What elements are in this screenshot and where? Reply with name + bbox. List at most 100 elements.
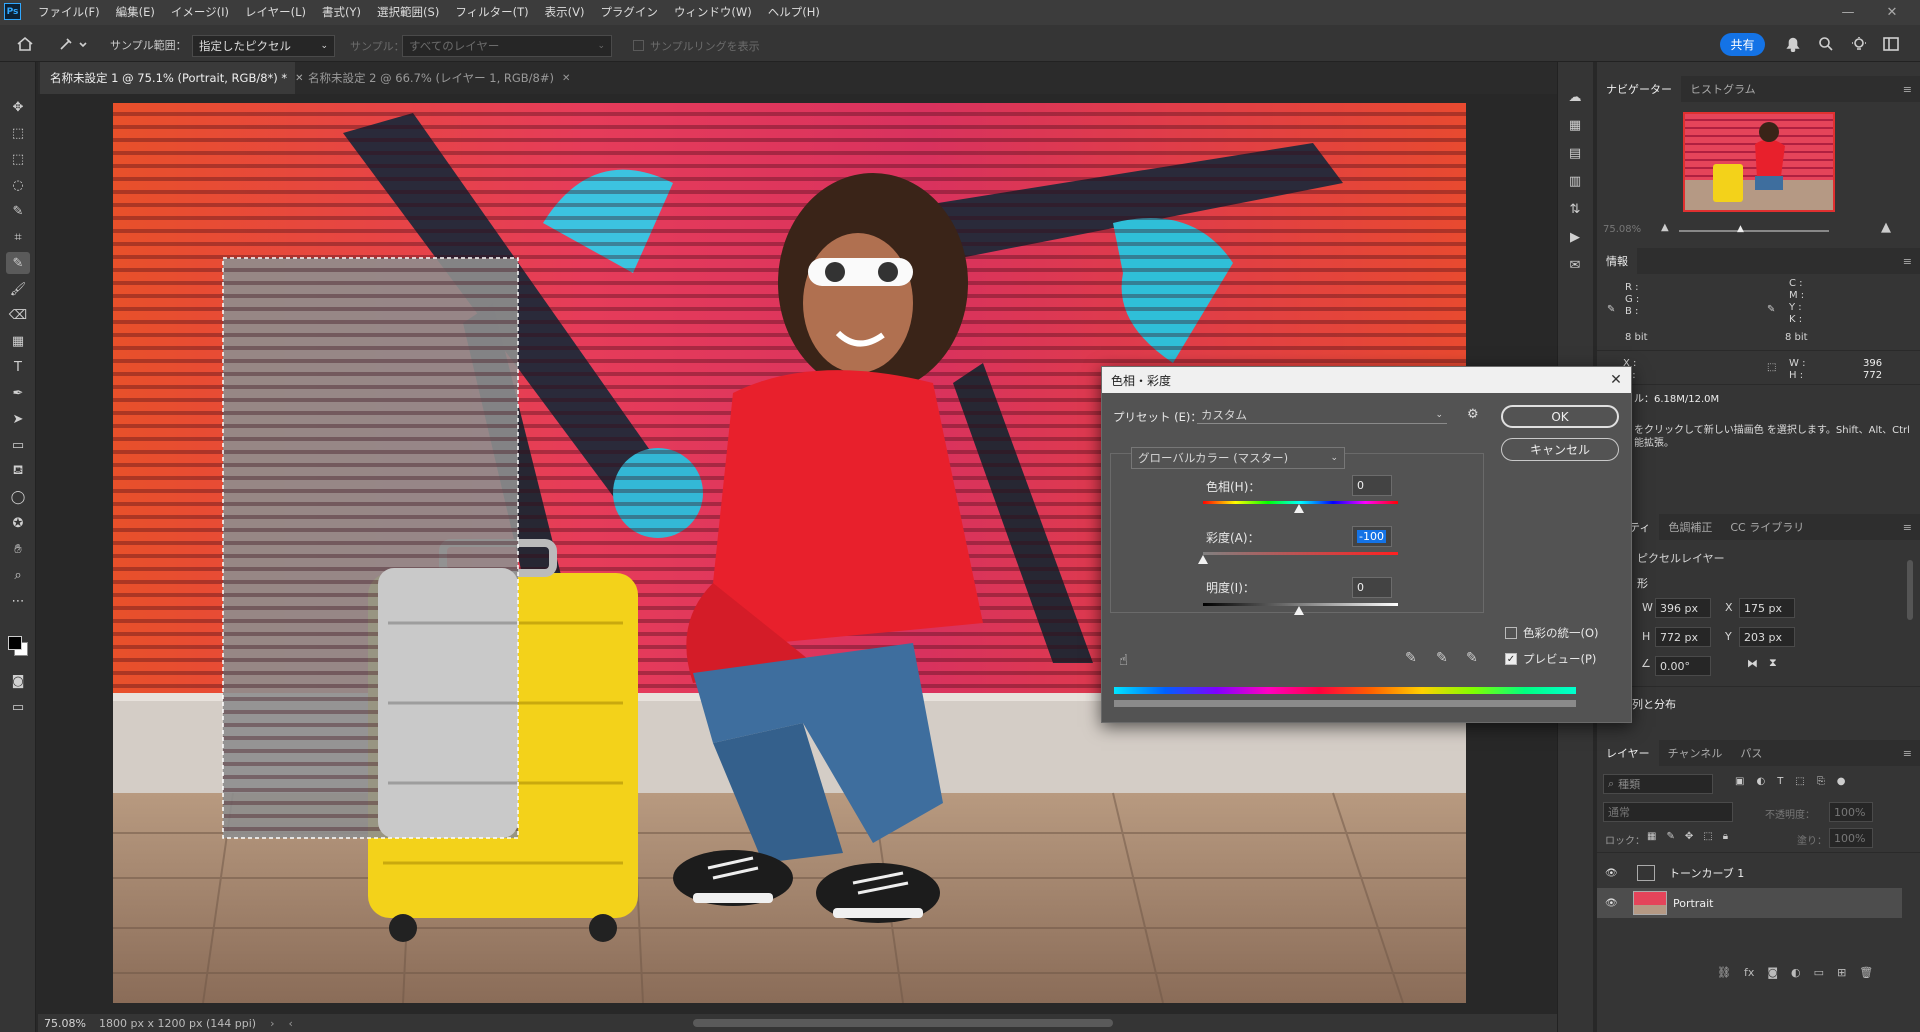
new-group-icon[interactable]: ▭ <box>1814 966 1824 979</box>
flip-vertical-icon[interactable]: ⧗ <box>1769 656 1777 670</box>
path-selection-tool-icon[interactable]: ➤ <box>6 408 30 430</box>
zoom-in-icon[interactable]: ▲ <box>1881 220 1891 235</box>
minimize-button[interactable]: — <box>1826 0 1870 25</box>
gradient-panel-icon[interactable]: ▤ <box>1564 142 1586 164</box>
workspace-icon[interactable] <box>1880 34 1902 54</box>
comments-icon[interactable]: ✉ <box>1564 254 1586 276</box>
menu-item-7[interactable]: 表示(V) <box>537 0 593 25</box>
tab-document-1[interactable]: 名称未設定 1 @ 75.1% (Portrait, RGB/8*) * ✕ <box>40 62 304 94</box>
eyedropper-add-icon[interactable]: ✎ <box>1436 650 1448 666</box>
delete-layer-icon[interactable]: 🗑︎ <box>1859 966 1873 979</box>
lock-image-icon[interactable]: ✎ <box>1666 831 1674 842</box>
saturation-slider-thumb[interactable] <box>1198 555 1208 564</box>
eyedropper-tool-preset-icon[interactable] <box>56 34 90 54</box>
menu-item-3[interactable]: レイヤー(L) <box>237 0 314 25</box>
type-tool-icon[interactable]: T <box>6 356 30 378</box>
hand-tool-icon[interactable]: ✋︎ <box>6 538 30 560</box>
pen-tool-icon[interactable]: ✒︎ <box>6 382 30 404</box>
eyedropper-subtract-icon[interactable]: ✎ <box>1466 650 1478 666</box>
screen-mode-icon[interactable]: ▭ <box>6 696 30 718</box>
cancel-button[interactable]: キャンセル <box>1501 438 1619 461</box>
libraries-icon[interactable]: ☁︎ <box>1564 86 1586 108</box>
more-tools-icon[interactable]: ⋯ <box>6 590 30 612</box>
menu-item-1[interactable]: 編集(E) <box>108 0 163 25</box>
height-field[interactable]: 772 px <box>1655 627 1711 647</box>
preview-checkbox[interactable]: ✓ <box>1505 653 1517 665</box>
filter-type-icon[interactable]: T <box>1777 776 1783 787</box>
filter-adjustment-icon[interactable]: ◐ <box>1756 776 1765 787</box>
tab-channels[interactable]: チャンネル <box>1659 740 1732 766</box>
tab-navigator[interactable]: ナビゲーター <box>1597 76 1681 102</box>
navigator-zoom-value[interactable]: 75.08% <box>1603 224 1641 235</box>
bell-icon[interactable] <box>1782 34 1804 54</box>
menu-item-5[interactable]: 選択範囲(S) <box>369 0 447 25</box>
filter-smart-object-icon[interactable]: ⎘ <box>1817 776 1825 787</box>
eraser-tool-icon[interactable]: ⌫ <box>6 304 30 326</box>
opacity-field[interactable]: 100% <box>1829 802 1873 822</box>
filter-toggle-icon[interactable]: ● <box>1837 776 1846 787</box>
link-layers-icon[interactable]: ⛓︎ <box>1717 966 1731 979</box>
close-icon[interactable]: ✕ <box>1606 370 1626 390</box>
colorize-checkbox[interactable] <box>1505 627 1517 639</box>
lock-transparent-icon[interactable]: ▦ <box>1647 831 1656 842</box>
preset-options-gear-icon[interactable]: ⚙ <box>1467 407 1479 422</box>
saturation-field[interactable]: -100 <box>1352 526 1392 547</box>
new-adjustment-icon[interactable]: ◐ <box>1791 966 1801 979</box>
move-tool-icon[interactable]: ✥ <box>6 96 30 118</box>
properties-icon[interactable]: ⇅ <box>1564 198 1586 220</box>
tab-histogram[interactable]: ヒストグラム <box>1681 76 1765 102</box>
color-swatches[interactable] <box>6 634 30 658</box>
menu-item-9[interactable]: ウィンドウ(W) <box>666 0 760 25</box>
menu-item-6[interactable]: フィルター(T) <box>447 0 536 25</box>
home-icon[interactable] <box>14 34 36 54</box>
menu-item-4[interactable]: 書式(Y) <box>314 0 369 25</box>
panel-menu-icon[interactable]: ≡ <box>1903 521 1912 534</box>
brush-tool-icon[interactable]: 🖌︎ <box>6 278 30 300</box>
tab-document-2[interactable]: 名称未設定 2 @ 66.7% (レイヤー 1, RGB/8#) ✕ <box>298 62 570 94</box>
eyedropper-icon[interactable]: ✎ <box>1405 650 1417 666</box>
fill-field[interactable]: 100% <box>1829 828 1873 848</box>
preset-dropdown[interactable]: カスタム ⌄ <box>1197 406 1447 424</box>
hue-field[interactable]: 0 <box>1352 475 1392 496</box>
menu-item-8[interactable]: プラグイン <box>592 0 666 25</box>
layer-row-curves[interactable]: 👁︎ トーンカーブ 1 <box>1597 858 1902 888</box>
menu-item-0[interactable]: ファイル(F) <box>30 0 108 25</box>
discover-lightbulb-icon[interactable] <box>1848 34 1870 54</box>
artboard-tool-icon[interactable]: ⬚ <box>6 122 30 144</box>
sample-size-dropdown[interactable]: 指定したピクセル ⌄ <box>192 35 335 57</box>
swatches-icon[interactable]: ▥ <box>1564 170 1586 192</box>
dialog-title-bar[interactable]: 色相・彩度 <box>1102 367 1631 393</box>
menu-item-2[interactable]: イメージ(I) <box>163 0 237 25</box>
layer-filter-field[interactable]: ⌕ 種類 <box>1603 774 1713 794</box>
channel-dropdown[interactable]: グローバルカラー (マスター) ⌄ <box>1131 447 1345 469</box>
show-sampling-ring-checkbox[interactable] <box>633 40 644 51</box>
tab-paths[interactable]: パス <box>1731 740 1771 766</box>
crop-tool-icon[interactable]: ⌗ <box>6 226 30 248</box>
close-window-button[interactable]: ✕ <box>1870 0 1914 25</box>
marquee-tool-icon[interactable]: ⬚ <box>6 148 30 170</box>
custom-shape-tool-icon[interactable]: ✪ <box>6 512 30 534</box>
add-mask-icon[interactable]: ◙ <box>1767 966 1778 979</box>
panel-menu-icon[interactable]: ≡ <box>1903 255 1912 268</box>
eyedropper-tool-icon[interactable]: ✎ <box>6 252 30 274</box>
zoom-slider-thumb[interactable]: ▲ <box>1737 224 1744 234</box>
hue-slider-thumb[interactable] <box>1294 504 1304 513</box>
navigator-thumbnail[interactable] <box>1683 112 1835 212</box>
quick-mask-icon[interactable]: ◙ <box>6 670 30 692</box>
new-layer-icon[interactable]: ⊞ <box>1837 966 1846 979</box>
panel-menu-icon[interactable]: ≡ <box>1903 83 1912 96</box>
angle-field[interactable]: 0.00° <box>1655 656 1711 676</box>
lightness-field[interactable]: 0 <box>1352 577 1392 598</box>
grid-icon[interactable]: ▦ <box>1564 114 1586 136</box>
fx-icon[interactable]: fx <box>1744 966 1754 979</box>
rectangle-tool-icon[interactable]: ▭ <box>6 434 30 456</box>
close-tab-icon[interactable]: ✕ <box>562 73 570 84</box>
tab-cc-libraries[interactable]: CC ライブラリ <box>1721 514 1813 540</box>
zoom-tool-icon[interactable]: ⌕ <box>6 564 30 586</box>
navigator-zoom-slider[interactable] <box>1679 230 1829 232</box>
panel-menu-icon[interactable]: ≡ <box>1903 747 1912 760</box>
lock-all-icon[interactable]: 🔒︎ <box>1723 831 1728 842</box>
y-position-field[interactable]: 203 px <box>1739 627 1795 647</box>
flip-horizontal-icon[interactable]: ⧓ <box>1747 657 1758 670</box>
filter-pixel-icon[interactable]: ▣ <box>1735 776 1744 787</box>
